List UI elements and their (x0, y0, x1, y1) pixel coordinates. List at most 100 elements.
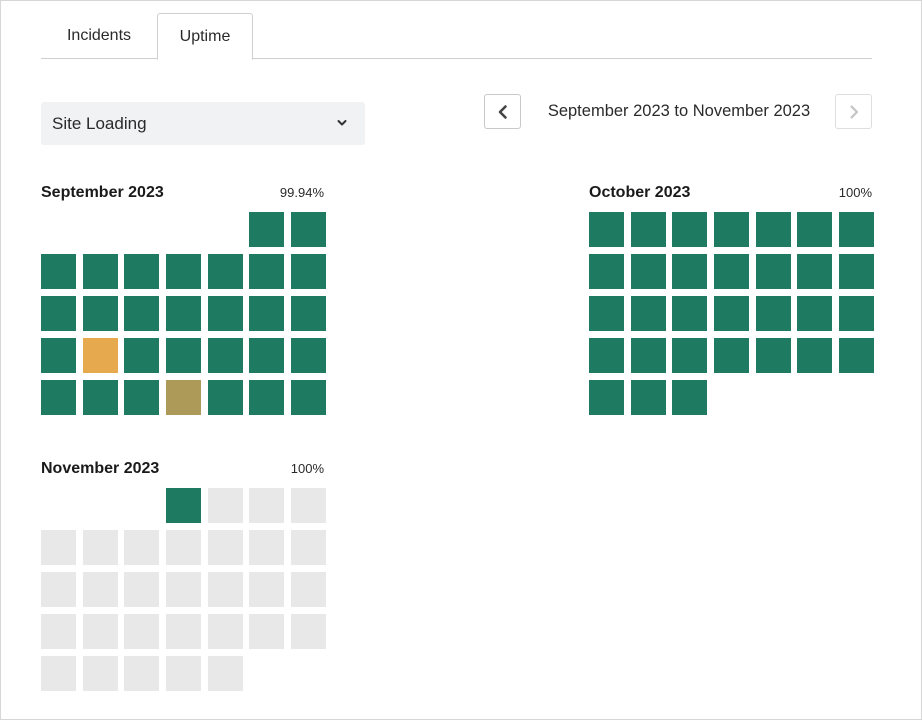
day-cell-up[interactable] (41, 254, 76, 289)
day-cell-up[interactable] (41, 338, 76, 373)
date-range-label: September 2023 to November 2023 (547, 102, 811, 120)
empty-day-slot (166, 212, 201, 247)
day-cell-partial[interactable] (165, 380, 201, 415)
day-cell-up[interactable] (165, 488, 201, 523)
day-cell-future (290, 488, 326, 523)
day-cell-up[interactable] (165, 338, 201, 373)
tab-incidents[interactable]: Incidents (41, 13, 157, 59)
day-cell-up[interactable] (797, 212, 833, 247)
day-cell-up[interactable] (672, 254, 708, 289)
day-cell-up[interactable] (589, 212, 624, 247)
day-cell-up[interactable] (755, 338, 791, 373)
day-cell-up[interactable] (124, 254, 160, 289)
day-cell-up[interactable] (290, 212, 326, 247)
day-grid (41, 488, 326, 691)
day-cell-up[interactable] (589, 254, 624, 289)
day-cell-up[interactable] (207, 296, 243, 331)
day-cell-up[interactable] (589, 338, 624, 373)
day-cell-up[interactable] (797, 296, 833, 331)
day-cell-future (82, 614, 118, 649)
previous-range-button[interactable] (484, 94, 521, 129)
day-cell-up[interactable] (755, 296, 791, 331)
day-cell-up[interactable] (249, 338, 285, 373)
day-cell-future (82, 656, 118, 691)
day-cell-up[interactable] (589, 296, 624, 331)
day-cell-up[interactable] (249, 212, 285, 247)
day-cell-future (124, 572, 160, 607)
day-cell-up[interactable] (82, 380, 118, 415)
day-cell-up[interactable] (755, 212, 791, 247)
day-cell-up[interactable] (672, 296, 708, 331)
day-grid (41, 212, 326, 415)
day-cell-up[interactable] (41, 296, 76, 331)
empty-day-slot (41, 212, 76, 247)
site-select[interactable]: Site Loading (41, 102, 365, 145)
chevron-left-icon (498, 104, 507, 119)
day-cell-future (207, 572, 243, 607)
day-cell-future (207, 614, 243, 649)
day-cell-up[interactable] (713, 338, 749, 373)
day-cell-up[interactable] (797, 338, 833, 373)
day-cell-up[interactable] (207, 338, 243, 373)
day-cell-up[interactable] (630, 296, 666, 331)
day-cell-up[interactable] (630, 380, 666, 415)
day-cell-up[interactable] (249, 380, 285, 415)
day-cell-up[interactable] (165, 254, 201, 289)
day-cell-future (207, 530, 243, 565)
day-cell-up[interactable] (630, 212, 666, 247)
day-cell-up[interactable] (124, 338, 160, 373)
day-cell-future (249, 530, 285, 565)
day-cell-up[interactable] (630, 338, 666, 373)
day-cell-up[interactable] (207, 380, 243, 415)
day-cell-future (207, 656, 243, 691)
day-cell-up[interactable] (838, 212, 874, 247)
chevron-right-icon (849, 104, 858, 119)
day-cell-up[interactable] (838, 254, 874, 289)
day-cell-future (165, 572, 201, 607)
month-uptime: 99.94% (279, 185, 324, 200)
empty-day-slot (83, 488, 118, 523)
day-cell-up[interactable] (713, 296, 749, 331)
day-cell-up[interactable] (838, 296, 874, 331)
day-cell-up[interactable] (713, 254, 749, 289)
day-cell-up[interactable] (713, 212, 749, 247)
day-cell-up[interactable] (838, 338, 874, 373)
day-cell-degraded[interactable] (82, 338, 118, 373)
day-cell-future (290, 530, 326, 565)
day-cell-up[interactable] (630, 254, 666, 289)
day-cell-future (165, 530, 201, 565)
day-cell-up[interactable] (82, 296, 118, 331)
day-cell-up[interactable] (672, 380, 708, 415)
next-range-button[interactable] (835, 94, 872, 129)
day-cell-up[interactable] (82, 254, 118, 289)
day-cell-up[interactable] (290, 380, 326, 415)
day-cell-up[interactable] (290, 254, 326, 289)
day-cell-up[interactable] (589, 380, 624, 415)
day-cell-future (124, 614, 160, 649)
day-cell-future (290, 572, 326, 607)
day-cell-up[interactable] (165, 296, 201, 331)
day-cell-future (41, 530, 76, 565)
tab-uptime[interactable]: Uptime (157, 13, 253, 60)
day-grid (589, 212, 874, 415)
day-cell-future (124, 656, 160, 691)
day-cell-up[interactable] (124, 296, 160, 331)
day-cell-future (249, 614, 285, 649)
day-cell-up[interactable] (672, 212, 708, 247)
empty-day-slot (124, 212, 159, 247)
day-cell-up[interactable] (249, 296, 285, 331)
day-cell-up[interactable] (290, 296, 326, 331)
day-cell-up[interactable] (124, 380, 160, 415)
day-cell-up[interactable] (249, 254, 285, 289)
day-cell-up[interactable] (41, 380, 76, 415)
day-cell-up[interactable] (290, 338, 326, 373)
day-cell-future (82, 572, 118, 607)
day-cell-up[interactable] (797, 254, 833, 289)
day-cell-up[interactable] (207, 254, 243, 289)
day-cell-up[interactable] (755, 254, 791, 289)
day-cell-future (165, 656, 201, 691)
site-select-value: Site Loading (52, 113, 147, 133)
chevron-down-icon (337, 120, 347, 126)
day-cell-future (41, 572, 76, 607)
day-cell-up[interactable] (672, 338, 708, 373)
